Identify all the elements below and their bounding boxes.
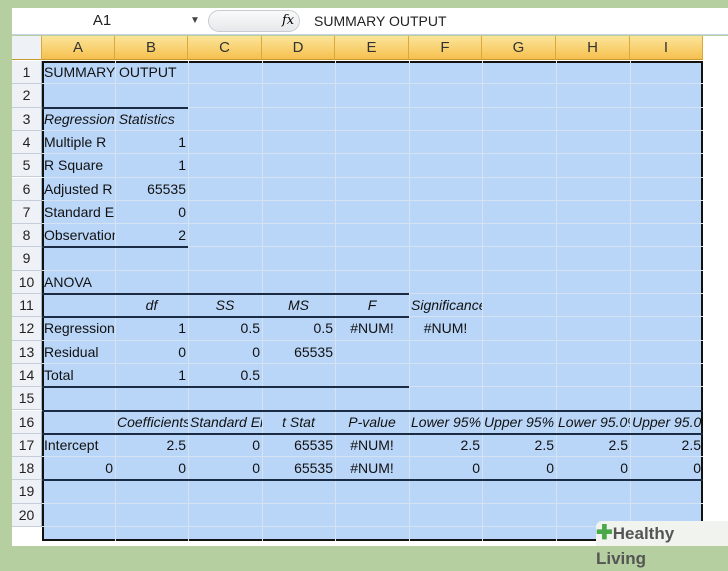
- cell-A8[interactable]: Observations: [42, 224, 115, 247]
- cell-A18[interactable]: 0: [42, 457, 115, 480]
- cell-E12[interactable]: #NUM!: [335, 317, 409, 340]
- cell-B14[interactable]: 1: [115, 364, 188, 387]
- row-header-3[interactable]: 3: [12, 107, 42, 131]
- cell-A4[interactable]: Multiple R: [42, 131, 115, 154]
- cell-C13[interactable]: 0: [188, 341, 262, 364]
- row-header-9[interactable]: 9: [12, 247, 42, 271]
- cell-I18[interactable]: 0: [630, 457, 703, 480]
- cell-E17[interactable]: #NUM!: [335, 434, 409, 457]
- cell-F16[interactable]: Lower 95%: [409, 411, 482, 434]
- cell-B12[interactable]: 1: [115, 317, 188, 340]
- row-header-4[interactable]: 4: [12, 130, 42, 155]
- spreadsheet-grid[interactable]: A B C D E F G H I 1 2 3 4 5 6 7 8 9 10 11 12 13 14 15 16 17 18 19 20…: [12, 36, 728, 546]
- column-header-I[interactable]: I: [630, 36, 703, 60]
- cell-D16[interactable]: t Stat: [262, 411, 335, 434]
- cell-B11[interactable]: df: [115, 294, 188, 317]
- row-header-8[interactable]: 8: [12, 224, 42, 248]
- cell-A12[interactable]: Regression: [42, 317, 115, 340]
- cell-I17[interactable]: 2.5: [630, 434, 703, 457]
- row-header-12[interactable]: 12: [12, 317, 42, 341]
- cell-D17[interactable]: 65535: [262, 434, 335, 457]
- cell-D18[interactable]: 65535: [262, 457, 335, 480]
- cell-H18[interactable]: 0: [556, 457, 630, 480]
- row-header-20[interactable]: 20: [12, 503, 42, 527]
- cell-G16[interactable]: Upper 95%: [482, 411, 556, 434]
- cell-A17[interactable]: Intercept: [42, 434, 115, 457]
- cell-A10[interactable]: ANOVA: [42, 271, 115, 294]
- gridline: [42, 269, 703, 271]
- cell-A14[interactable]: Total: [42, 364, 115, 387]
- cell-B17[interactable]: 2.5: [115, 434, 188, 457]
- cell-B5[interactable]: 1: [115, 154, 188, 177]
- cell-H17[interactable]: 2.5: [556, 434, 630, 457]
- cell-B13[interactable]: 0: [115, 341, 188, 364]
- column-header-C[interactable]: C: [188, 36, 262, 60]
- cell-A6[interactable]: Adjusted R Square: [42, 178, 115, 201]
- row-header-2[interactable]: 2: [12, 84, 42, 108]
- cell-B16[interactable]: Coefficients: [115, 411, 188, 434]
- cell-E11[interactable]: F: [335, 294, 409, 317]
- row-header-7[interactable]: 7: [12, 200, 42, 225]
- cell-B4[interactable]: 1: [115, 131, 188, 154]
- cell-B18[interactable]: 0: [115, 457, 188, 480]
- cell-F11[interactable]: Significance F: [409, 294, 482, 317]
- cell-C17[interactable]: 0: [188, 434, 262, 457]
- cell-F17[interactable]: 2.5: [409, 434, 482, 457]
- cell-A13[interactable]: Residual: [42, 341, 115, 364]
- row-header-18[interactable]: 18: [12, 457, 42, 481]
- name-box[interactable]: A1: [12, 8, 192, 34]
- row-header-1[interactable]: 1: [12, 61, 42, 85]
- cell-F12[interactable]: #NUM!: [409, 317, 482, 340]
- row-header-6[interactable]: 6: [12, 177, 42, 201]
- cell-C14[interactable]: 0.5: [188, 364, 262, 387]
- cell-D12[interactable]: 0.5: [262, 317, 335, 340]
- cell-C11[interactable]: SS: [188, 294, 262, 317]
- cell-B6[interactable]: 65535: [115, 178, 188, 201]
- column-header-B[interactable]: B: [115, 36, 188, 60]
- function-icon[interactable]: fx: [282, 8, 294, 34]
- cell-E16[interactable]: P-value: [335, 411, 409, 434]
- row-header-14[interactable]: 14: [12, 363, 42, 388]
- cell-A3[interactable]: Regression Statistics: [42, 108, 262, 131]
- column-header-H[interactable]: H: [556, 36, 630, 60]
- cell-G17[interactable]: 2.5: [482, 434, 556, 457]
- formula-bar: A1 ▼ fx SUMMARY OUTPUT: [12, 8, 728, 35]
- chevron-down-icon[interactable]: ▼: [190, 8, 200, 34]
- healthy-living-watermark: ✚Healthy Living: [596, 521, 728, 568]
- row-header-15[interactable]: 15: [12, 387, 42, 411]
- cell-I16[interactable]: Upper 95.0%: [630, 411, 703, 434]
- row-header-16[interactable]: 16: [12, 410, 42, 434]
- column-header-G[interactable]: G: [482, 36, 556, 60]
- column-header-E[interactable]: E: [335, 36, 409, 60]
- cell-D11[interactable]: MS: [262, 294, 335, 317]
- row-header-13[interactable]: 13: [12, 340, 42, 364]
- cell-B7[interactable]: 0: [115, 201, 188, 224]
- row-header-11[interactable]: 11: [12, 294, 42, 318]
- cell-G18[interactable]: 0: [482, 457, 556, 480]
- cell-A1[interactable]: SUMMARY OUTPUT: [42, 61, 262, 84]
- cell-H16[interactable]: Lower 95.0%: [556, 411, 630, 434]
- column-header-F[interactable]: F: [409, 36, 482, 60]
- cell-C16[interactable]: Standard Error: [188, 411, 262, 434]
- cell-D13[interactable]: 65535: [262, 341, 335, 364]
- row-header-10[interactable]: 10: [12, 270, 42, 294]
- cell-C12[interactable]: 0.5: [188, 317, 262, 340]
- column-header-A[interactable]: A: [42, 36, 115, 60]
- cell-E18[interactable]: #NUM!: [335, 457, 409, 480]
- cell-A7[interactable]: Standard Error: [42, 201, 115, 224]
- column-header-D[interactable]: D: [262, 36, 335, 60]
- row-header-19[interactable]: 19: [12, 480, 42, 504]
- gridline: [42, 502, 703, 504]
- cell-B8[interactable]: 2: [115, 224, 188, 247]
- select-all-corner[interactable]: [12, 36, 42, 60]
- row-header-5[interactable]: 5: [12, 154, 42, 178]
- cell-A5[interactable]: R Square: [42, 154, 115, 177]
- cell-F18[interactable]: 0: [409, 457, 482, 480]
- cell-C18[interactable]: 0: [188, 457, 262, 480]
- formula-input[interactable]: SUMMARY OUTPUT: [314, 8, 447, 34]
- plus-logo-icon: ✚: [596, 522, 613, 544]
- row-header-17[interactable]: 17: [12, 433, 42, 458]
